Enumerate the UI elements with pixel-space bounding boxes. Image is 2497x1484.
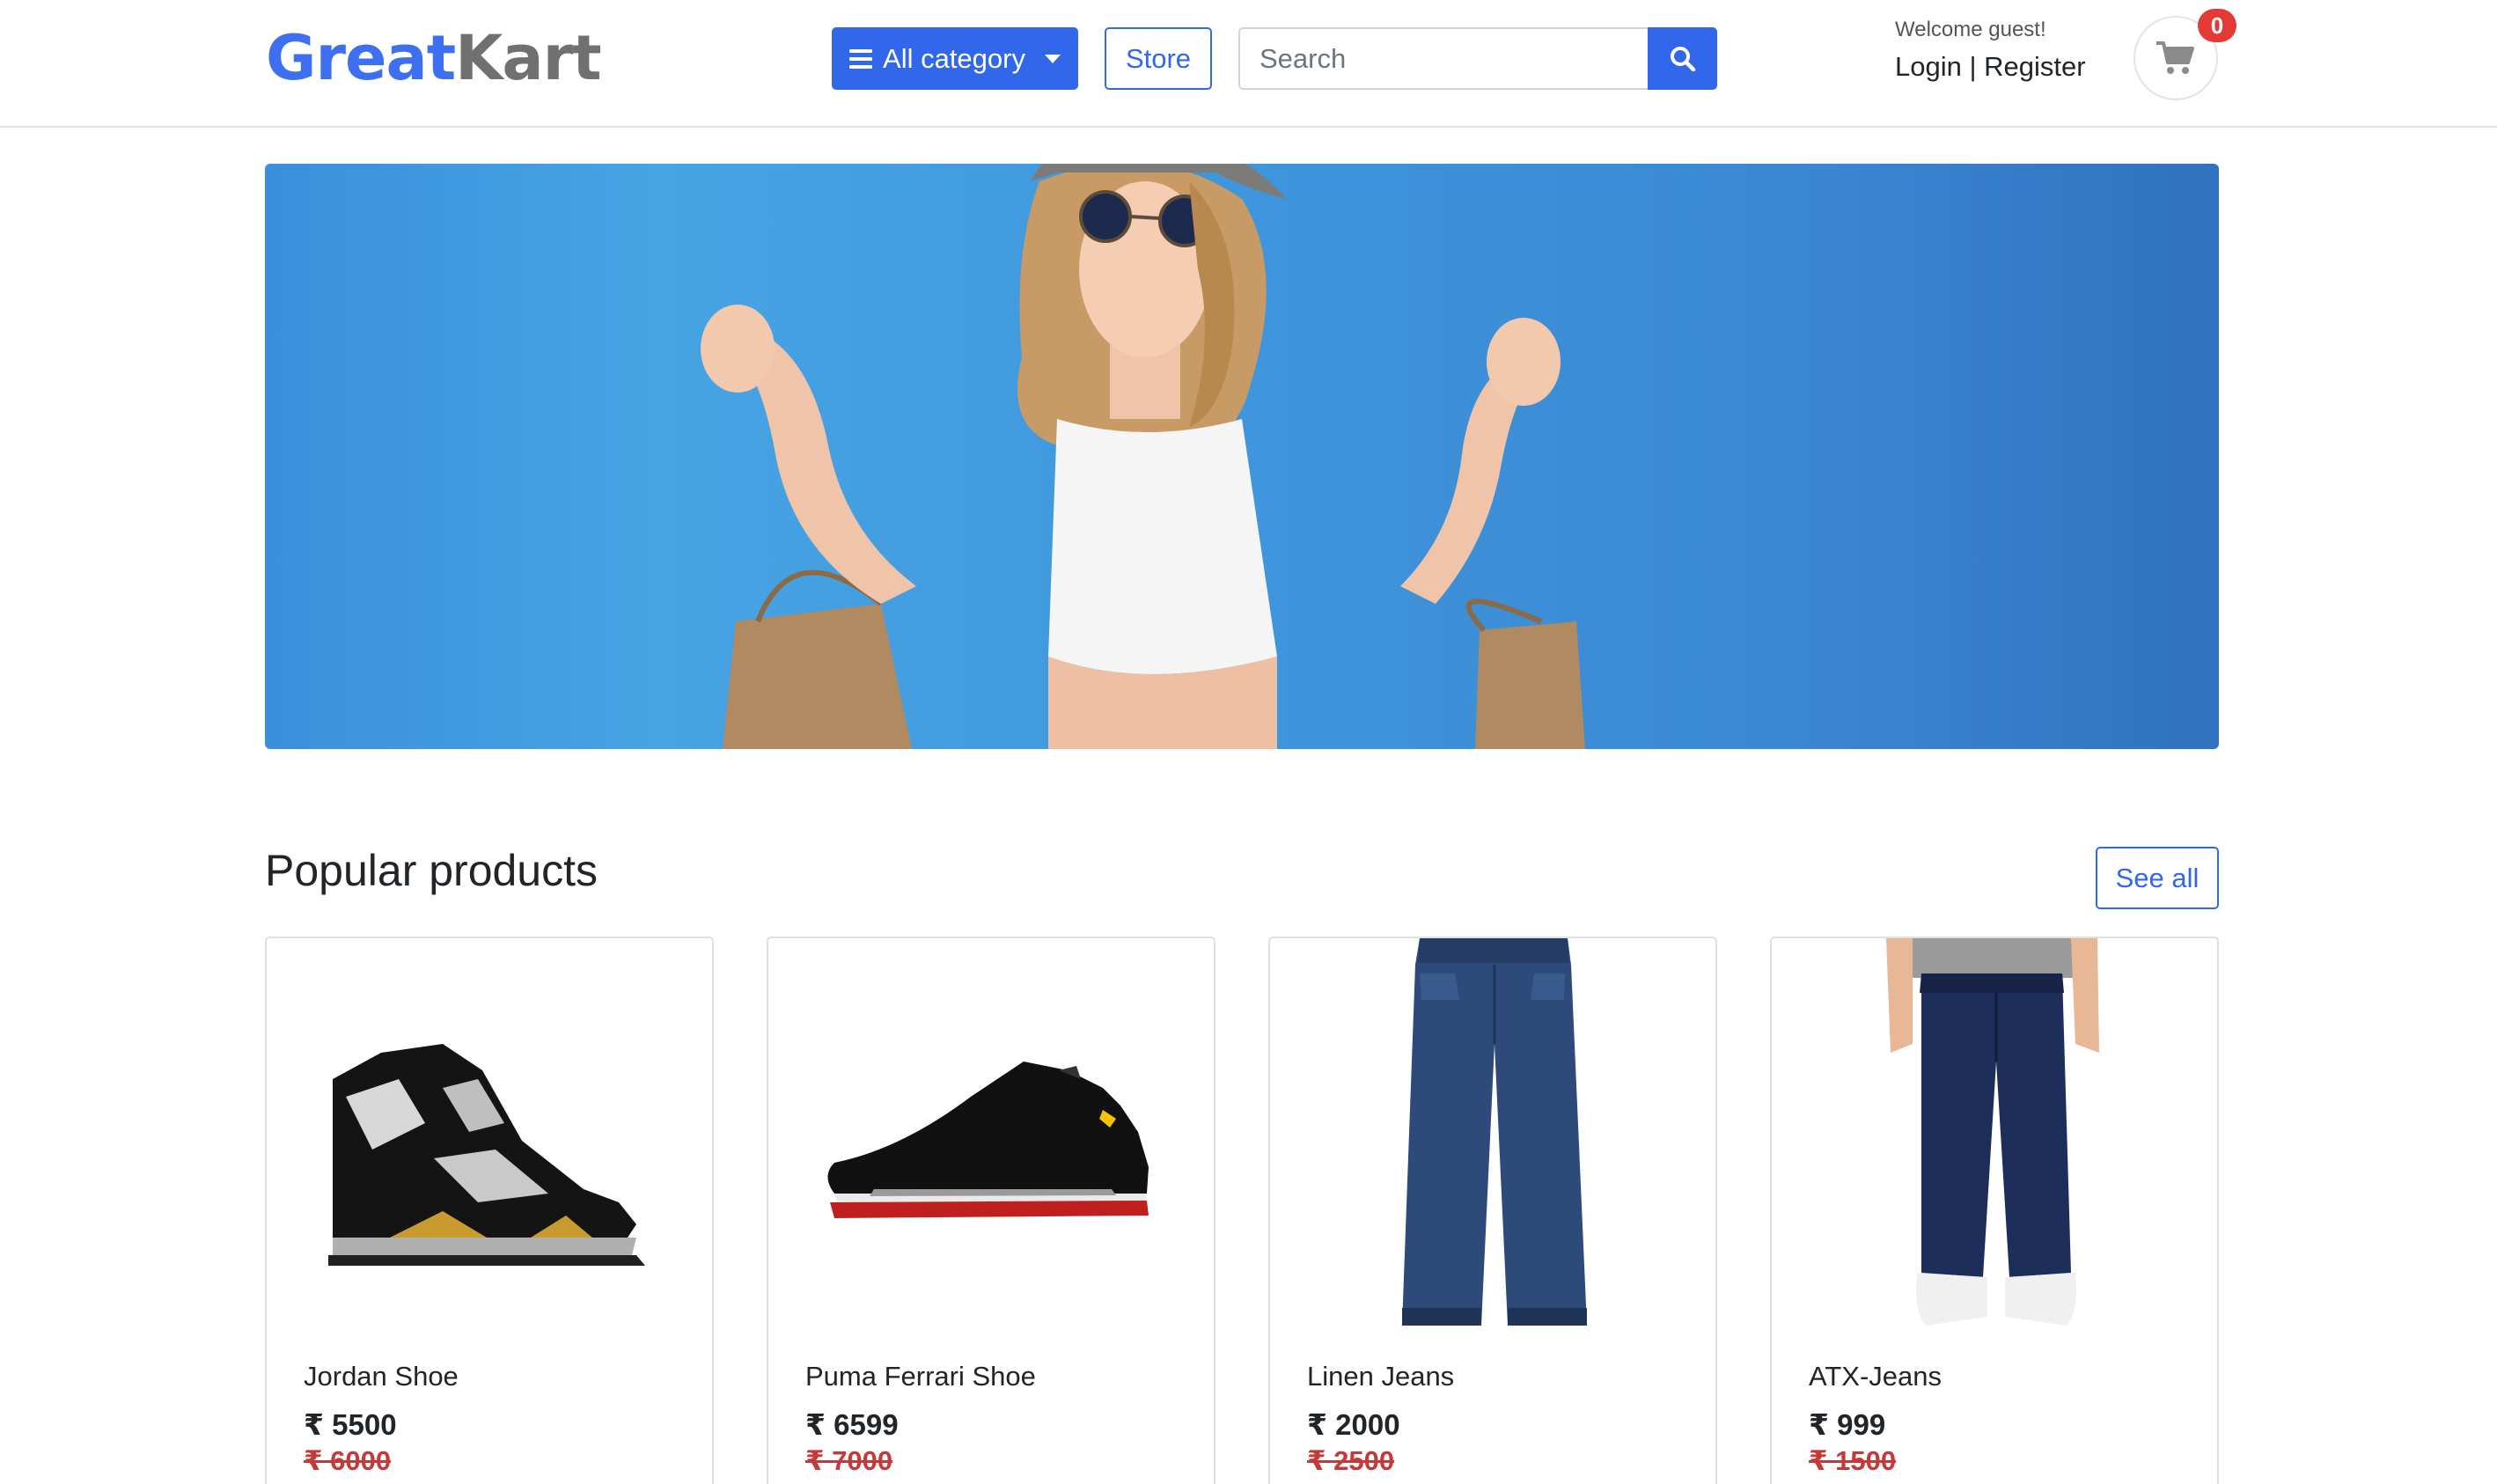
product-name[interactable]: Jordan Shoe [304,1361,459,1392]
section-title: Popular products [265,846,599,895]
all-category-dropdown-button[interactable]: All category [832,27,1078,90]
search-input[interactable] [1238,27,1648,90]
product-old-price: ₹ 1500 [1809,1445,1897,1476]
auth-links: Login | Register [1895,51,2086,83]
jeans-icon [1402,938,1587,1326]
jeans-model-icon [1886,938,2099,1326]
all-category-label: All category [883,42,1025,74]
caret-down-icon [1044,54,1061,63]
store-button[interactable]: Store [1105,27,1212,90]
logo-part-kart: Kart [455,22,601,94]
product-old-price: ₹ 2500 [1307,1445,1395,1476]
sneaker-icon [328,1044,645,1266]
search-button[interactable] [1648,27,1717,90]
hero-banner[interactable] [265,164,2219,749]
search-form [1238,27,1717,90]
product-card[interactable]: Puma Ferrari Shoe ₹ 6599 ₹ 7000 [767,937,1215,1484]
shopping-cart-icon [2156,41,2194,74]
auth-separator: | [1961,51,1985,82]
product-name[interactable]: Linen Jeans [1307,1361,1454,1392]
product-price: ₹ 6599 [805,1408,899,1441]
product-price: ₹ 999 [1809,1408,1886,1441]
logo-part-great: Great [266,22,456,94]
menu-icon [849,48,873,69]
product-name[interactable]: Puma Ferrari Shoe [805,1361,1036,1392]
login-link[interactable]: Login [1895,51,1962,82]
product-old-price: ₹ 7000 [805,1445,893,1476]
product-price: ₹ 2000 [1307,1408,1400,1441]
product-name[interactable]: ATX-Jeans [1809,1361,1942,1392]
shoe-icon [827,1062,1149,1218]
site-logo[interactable]: GreatKart [266,21,602,95]
product-price: ₹ 5500 [304,1408,397,1441]
product-card[interactable]: ATX-Jeans ₹ 999 ₹ 1500 [1770,937,2219,1484]
see-all-button[interactable]: See all [2096,847,2219,909]
cart-count-badge: 0 [2198,9,2236,42]
product-card[interactable]: Jordan Shoe ₹ 5500 ₹ 6000 [265,937,714,1484]
register-link[interactable]: Register [1984,51,2085,82]
product-card[interactable]: Linen Jeans ₹ 2000 ₹ 2500 [1268,937,1717,1484]
product-old-price: ₹ 6000 [304,1445,392,1476]
search-icon [1670,46,1695,71]
woman-with-shopping-bags-image [701,164,1585,749]
site-header: GreatKart All category Store Welcome gue… [0,0,2497,128]
welcome-text: Welcome guest! [1895,18,2046,41]
